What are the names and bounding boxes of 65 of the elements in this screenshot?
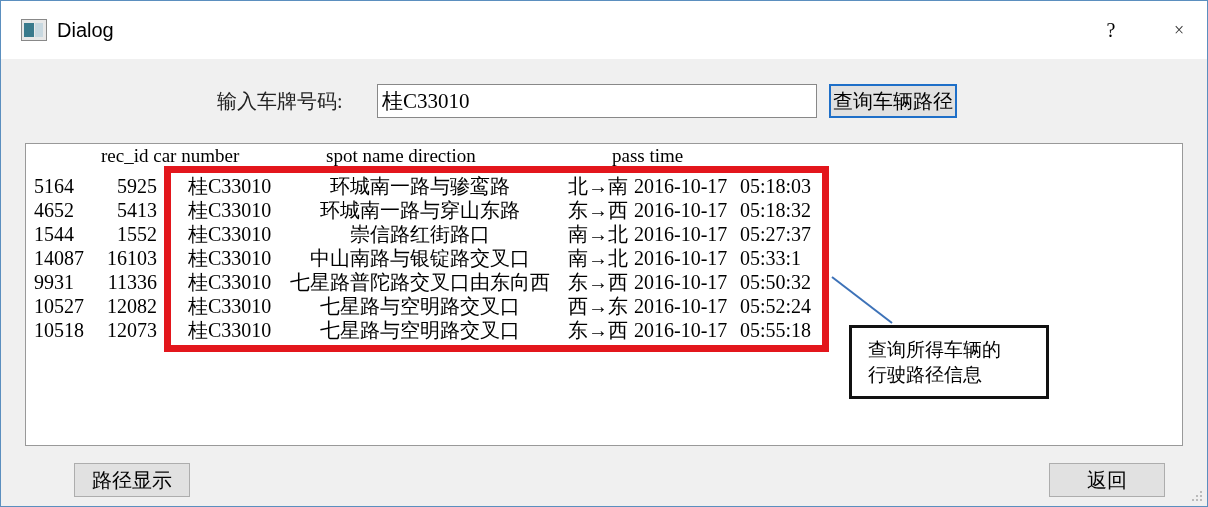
- close-button[interactable]: ×: [1167, 16, 1191, 44]
- table-cell-text: 南→北: [567, 222, 629, 247]
- table-cell-text: 9931: [34, 270, 75, 295]
- table-cell-text: 2016-10-17: [634, 294, 729, 319]
- path-display-button[interactable]: 路径显示: [74, 463, 190, 497]
- plate-input[interactable]: 桂C33010: [377, 84, 817, 118]
- table-cell-text: 桂C33010: [188, 270, 273, 295]
- table-cell-text: 环城南一路与骖鸾路: [329, 174, 511, 199]
- table-cell-text: 北→南: [567, 174, 629, 199]
- table-cell-text: 5164: [34, 174, 75, 199]
- table-cell-text: 10527: [34, 294, 85, 319]
- table-cell-text: 05:33:1: [740, 246, 802, 271]
- table-cell-text: 5413: [116, 198, 157, 223]
- column-header: pass time: [612, 146, 684, 166]
- table-cell-text: 5925: [116, 174, 157, 199]
- table-cell-text: 东→西: [567, 318, 629, 343]
- table-cell-text: 14087: [34, 246, 85, 271]
- plate-label: 输入车牌号码:: [217, 89, 344, 114]
- table-cell-text: 西→东: [567, 294, 629, 319]
- table-cell-text: 2016-10-17: [634, 318, 729, 343]
- table-cell-text: 05:27:37: [740, 222, 812, 247]
- table-cell-text: 桂C33010: [188, 198, 273, 223]
- column-header: rec_id car number: [101, 146, 241, 166]
- table-cell-text: 2016-10-17: [634, 174, 729, 199]
- table-cell-text: 七星路普陀路交叉口由东向西: [289, 270, 551, 295]
- table-cell-text: 05:18:03: [740, 174, 812, 199]
- table-cell-text: 11336: [106, 270, 157, 295]
- table-cell-text: 2016-10-17: [634, 270, 729, 295]
- table-cell-text: 2016-10-17: [634, 246, 729, 271]
- table-cell-text: 桂C33010: [188, 174, 273, 199]
- table-cell-text: 东→西: [567, 198, 629, 223]
- leader-line: [831, 276, 893, 324]
- help-button[interactable]: ?: [1099, 15, 1123, 45]
- table-cell-text: 1552: [116, 222, 157, 247]
- table-cell-text: 中山南路与银锭路交叉口: [309, 246, 531, 271]
- table-cell-text: 4652: [34, 198, 75, 223]
- table-cell-text: 桂C33010: [188, 246, 273, 271]
- table-cell-text: 东→西: [567, 270, 629, 295]
- resize-grip-icon: [1191, 490, 1203, 502]
- table-cell-text: 崇信路红街路口: [349, 222, 491, 247]
- window-title: Dialog: [57, 18, 114, 43]
- table-cell-text: 05:50:32: [740, 270, 812, 295]
- window-icon: [21, 19, 47, 41]
- back-button[interactable]: 返回: [1049, 463, 1165, 497]
- annotation-text: 查询所得车辆的: [868, 338, 1002, 362]
- table-cell-text: 12073: [106, 318, 157, 343]
- query-button[interactable]: 查询车辆路径: [829, 84, 957, 118]
- table-cell-text: 南→北: [567, 246, 629, 271]
- table-cell-text: 05:18:32: [740, 198, 812, 223]
- column-header: spot name direction: [326, 146, 477, 166]
- table-cell-text: 12082: [106, 294, 157, 319]
- table-cell-text: 七星路与空明路交叉口: [319, 318, 521, 343]
- table-cell-text: 1544: [34, 222, 75, 247]
- table-cell-text: 2016-10-17: [634, 222, 729, 247]
- annotation-text: 行驶路径信息: [868, 363, 983, 387]
- table-cell-text: 桂C33010: [188, 222, 273, 247]
- table-cell-text: 桂C33010: [188, 318, 273, 343]
- table-cell-text: 环城南一路与穿山东路: [319, 198, 521, 223]
- table-cell-text: 七星路与空明路交叉口: [319, 294, 521, 319]
- table-cell-text: 10518: [34, 318, 85, 343]
- table-cell-text: 05:52:24: [740, 294, 812, 319]
- table-cell-text: 16103: [106, 246, 157, 271]
- table-cell-text: 2016-10-17: [634, 198, 729, 223]
- table-cell-text: 桂C33010: [188, 294, 273, 319]
- table-cell-text: 05:55:18: [740, 318, 812, 343]
